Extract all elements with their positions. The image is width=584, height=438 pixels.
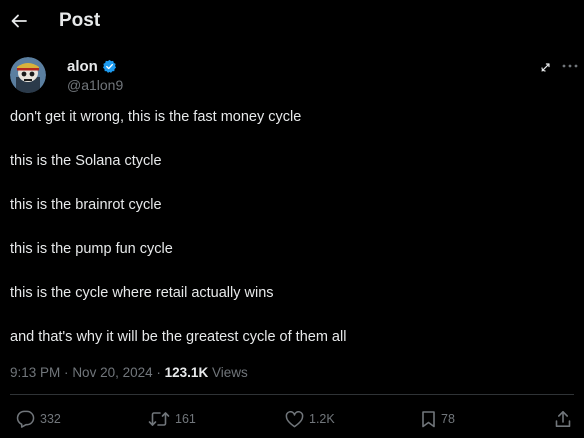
verified-badge-icon: [102, 59, 116, 73]
grok-button[interactable]: [536, 58, 554, 76]
repost-icon: [148, 412, 170, 426]
share-icon: [555, 411, 571, 427]
share-button[interactable]: [555, 409, 571, 429]
post-line: this is the cycle where retail actually …: [10, 285, 274, 301]
views-count: 123.1K: [164, 365, 209, 380]
author-name-row: alon: [67, 57, 117, 75]
author-handle[interactable]: @a1lon9: [67, 77, 123, 94]
post-line: and that's why it will be the greatest c…: [10, 329, 347, 345]
arrow-left-icon: [11, 14, 27, 28]
post-line: this is the brainrot cycle: [10, 197, 162, 213]
author-display-name[interactable]: alon: [67, 58, 98, 75]
bookmark-button[interactable]: 78: [421, 409, 455, 429]
post-line: this is the Solana ctycle: [10, 153, 162, 169]
reply-bubble-icon: [16, 410, 35, 428]
meta-separator: ·: [64, 365, 69, 380]
bookmark-icon: [422, 411, 435, 428]
heart-icon: [285, 410, 304, 427]
like-count: 1.2K: [309, 412, 335, 426]
page-title: Post: [59, 10, 101, 31]
post-line: this is the pump fun cycle: [10, 241, 173, 257]
like-button[interactable]: 1.2K: [285, 409, 335, 429]
views-label: Views: [211, 365, 248, 380]
repost-count: 161: [175, 412, 196, 426]
reply-count: 332: [40, 412, 61, 426]
reply-button[interactable]: 332: [16, 409, 61, 429]
bookmark-count: 78: [441, 412, 455, 426]
more-horizontal-icon: [562, 64, 578, 68]
avatar-image: [10, 57, 46, 93]
post-header: Post: [0, 0, 584, 44]
post-meta: 9:13 PM · Nov 20, 2024 · 123.1K Views: [10, 364, 248, 382]
post-line: don't get it wrong, this is the fast mon…: [10, 109, 302, 125]
back-button[interactable]: [8, 6, 30, 36]
grok-icon: [540, 62, 550, 72]
repost-button[interactable]: 161: [148, 409, 196, 429]
avatar[interactable]: [10, 57, 46, 93]
meta-separator: ·: [156, 365, 161, 380]
post-date[interactable]: Nov 20, 2024: [72, 365, 152, 380]
divider: [10, 394, 574, 395]
post-time[interactable]: 9:13 PM: [10, 365, 60, 380]
more-options-button[interactable]: [559, 56, 581, 76]
